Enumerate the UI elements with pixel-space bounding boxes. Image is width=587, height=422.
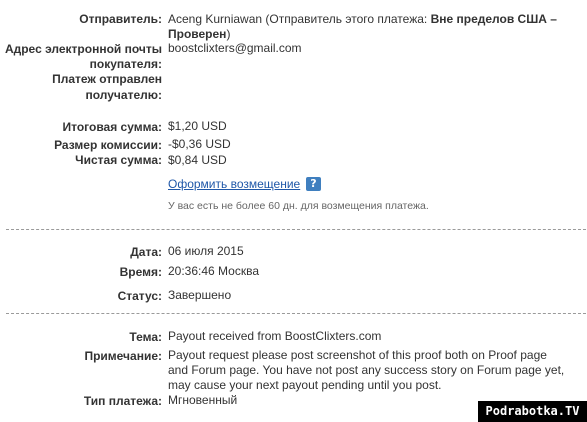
payment-type-label: Тип платежа: bbox=[83, 394, 162, 408]
buyer-email-value: boostclixters@gmail.com bbox=[168, 41, 302, 55]
fee-label: Размер комиссии: bbox=[54, 138, 162, 152]
sender-name-text: Aceng Kurniawan (Отправитель этого плате… bbox=[168, 12, 431, 26]
refund-link-wrap: Оформить возмещение bbox=[168, 177, 300, 192]
note-label: Примечание: bbox=[84, 349, 162, 363]
note-line-1: Payout request please post screenshot of… bbox=[168, 348, 547, 362]
note-line-2: and Forum page. You have not post any su… bbox=[168, 363, 565, 377]
status-value: Завершено bbox=[168, 288, 232, 302]
sender-status-text: Вне пределов США – bbox=[430, 12, 557, 26]
subject-label: Тема: bbox=[129, 330, 162, 344]
total-amount-value: $1,20 USD bbox=[168, 119, 227, 133]
sent-to-label-line2: получателю: bbox=[85, 88, 162, 102]
sent-to-label: Платеж отправлен bbox=[52, 72, 162, 86]
time-label: Время: bbox=[119, 265, 162, 279]
net-amount-label: Чистая сумма: bbox=[75, 153, 162, 167]
help-icon[interactable]: ? bbox=[306, 177, 321, 191]
sender-value: Aceng Kurniawan (Отправитель этого плате… bbox=[168, 12, 557, 27]
sender-verified-text: Проверен bbox=[168, 27, 227, 41]
sender-value-line2: Проверен) bbox=[168, 27, 230, 42]
issue-refund-link[interactable]: Оформить возмещение bbox=[168, 177, 300, 191]
section-divider bbox=[6, 313, 586, 314]
subject-value: Payout received from BoostClixters.com bbox=[168, 329, 382, 343]
sender-close-paren: ) bbox=[226, 27, 231, 41]
section-divider bbox=[6, 229, 586, 230]
payment-type-value: Мгновенный bbox=[168, 393, 238, 407]
buyer-email-label: Адрес электронной почты bbox=[4, 42, 162, 56]
watermark: Podrabotka.TV bbox=[478, 401, 587, 422]
total-amount-label: Итоговая сумма: bbox=[62, 120, 162, 134]
date-value: 06 июля 2015 bbox=[168, 244, 244, 258]
sender-label: Отправитель: bbox=[79, 12, 162, 26]
net-amount-value: $0,84 USD bbox=[168, 153, 227, 167]
date-label: Дата: bbox=[130, 245, 162, 259]
refund-note: У вас есть не более 60 дн. для возмещени… bbox=[168, 200, 429, 212]
buyer-email-label-line2: покупателя: bbox=[89, 57, 162, 71]
status-label: Статус: bbox=[117, 289, 162, 303]
fee-value: -$0,36 USD bbox=[168, 137, 231, 151]
note-line-3: may cause your next payout pending until… bbox=[168, 378, 442, 392]
time-value: 20:36:46 Москва bbox=[168, 264, 260, 278]
